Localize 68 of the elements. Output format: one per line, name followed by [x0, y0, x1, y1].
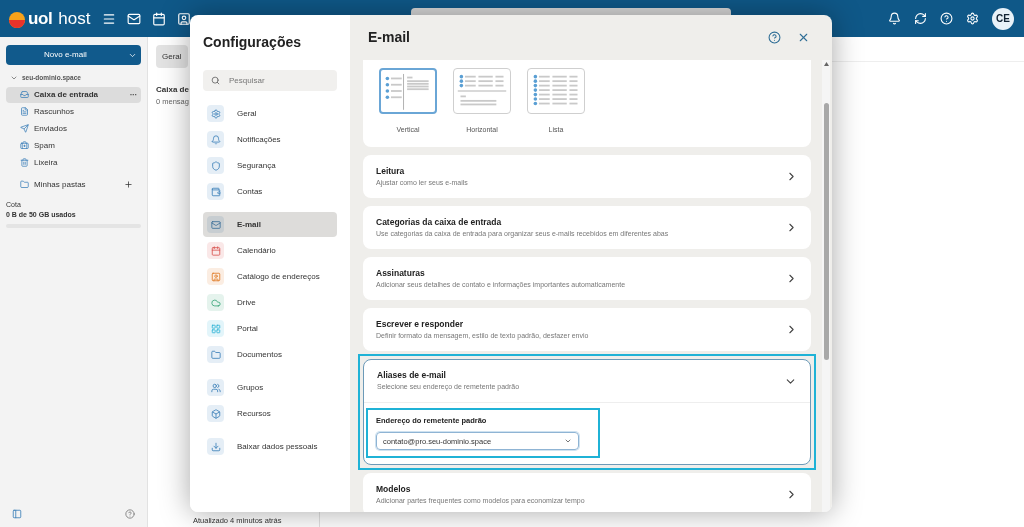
dialog-title: Configurações [203, 33, 302, 52]
category-icon [210, 219, 221, 230]
menu-icon[interactable] [102, 11, 116, 26]
section-title: Escrever e responder [376, 317, 464, 331]
settings-nav-item[interactable]: Drive [203, 290, 337, 315]
collapse-sidebar-icon[interactable] [12, 509, 22, 519]
user-avatar[interactable]: CE [992, 7, 1014, 30]
folder-icon [20, 180, 29, 190]
folder-type-icon [20, 158, 29, 168]
settings-nav-item[interactable]: Catálogo de endereços [203, 264, 337, 289]
settings-nav-item[interactable]: Documentos [203, 342, 337, 367]
section-title: Modelos [376, 483, 412, 496]
brand-logo-text: uol [28, 8, 53, 29]
calendar-icon[interactable] [152, 11, 166, 26]
contacts-icon[interactable] [177, 11, 191, 26]
sync-icon[interactable] [914, 12, 927, 25]
category-icon [210, 160, 221, 171]
notifications-icon[interactable] [888, 12, 901, 25]
section-title: Aliases de e-mail [377, 369, 447, 383]
folder-item[interactable]: Enviados [6, 120, 141, 137]
category-icon [210, 323, 221, 334]
product-name: host [58, 8, 91, 29]
search-icon [211, 76, 220, 85]
settings-nav-item[interactable]: Baixar dados pessoais [203, 434, 337, 459]
new-email-button[interactable]: Novo e-mail [6, 45, 141, 65]
settings-nav-item[interactable]: Contas [203, 179, 337, 204]
category-icon [210, 408, 221, 419]
category-icon [210, 441, 221, 452]
my-folders-label[interactable]: Minhas pastas [34, 178, 119, 191]
settings-nav-item[interactable]: Calendário [203, 238, 337, 263]
section-title: Assinaturas [376, 266, 426, 280]
settings-nav-item[interactable]: Grupos [203, 375, 337, 400]
filter-button[interactable]: Geral [156, 45, 188, 68]
folder-item[interactable]: Spam [6, 137, 141, 154]
search-field[interactable]: Pesquisar [203, 70, 337, 91]
list-title: Caixa de [156, 84, 190, 96]
category-icon [210, 297, 221, 308]
help-icon[interactable] [768, 31, 781, 44]
folder-type-icon [20, 141, 29, 151]
category-icon [210, 245, 221, 256]
settings-nav-item[interactable]: Segurança [203, 153, 337, 178]
settings-nav-item[interactable]: Notificações [203, 127, 337, 152]
settings-nav-item[interactable]: E-mail [203, 212, 337, 237]
search-input[interactable]: Pesquisar [229, 74, 319, 87]
add-folder-icon[interactable] [124, 180, 133, 190]
folder-item[interactable]: Lixeira [6, 154, 141, 171]
mail-icon[interactable] [127, 11, 141, 26]
logo-icon [8, 10, 26, 29]
settings-nav-item[interactable]: Geral [203, 101, 337, 126]
folder-type-icon [20, 107, 29, 117]
settings-nav-item[interactable]: Portal [203, 316, 337, 341]
folder-type-icon [20, 124, 29, 134]
settings-icon[interactable] [966, 12, 979, 25]
category-icon [210, 186, 221, 197]
folder-type-icon [20, 90, 29, 100]
settings-nav-item[interactable]: Recursos [203, 401, 337, 426]
section-title: Categorias da caixa de entrada [376, 215, 503, 229]
scrollbar[interactable] [822, 60, 830, 512]
category-icon [210, 349, 221, 360]
category-icon [210, 382, 221, 393]
category-icon [210, 108, 221, 119]
category-icon [210, 134, 221, 145]
category-icon [210, 271, 221, 282]
section-title: Leitura [376, 164, 406, 178]
panel-title: E-mail [368, 28, 411, 47]
folder-item[interactable]: Rascunhos [6, 103, 141, 120]
close-icon[interactable] [797, 31, 810, 44]
scroll-up-icon[interactable] [823, 62, 829, 66]
